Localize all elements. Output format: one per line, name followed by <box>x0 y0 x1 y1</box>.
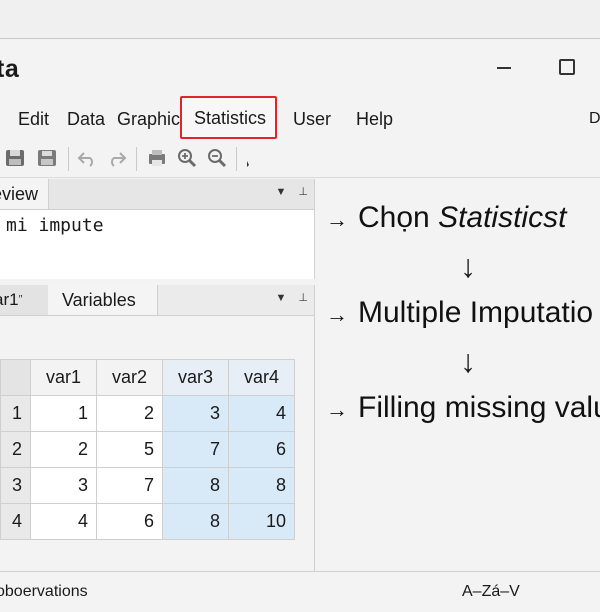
status-sort-order: A–Zá–V <box>462 583 520 600</box>
panel-controls: ▼ ⊥ <box>264 185 308 198</box>
data-grid: var1 var2 var3 var4 1 1 2 3 4 2 2 5 7 6 … <box>0 359 295 540</box>
annotation-step-1-text: Chọn <box>358 201 439 234</box>
review-panel: eview ▼⊥ mi impute <box>0 179 315 279</box>
panel-controls: ▼ ⊥ <box>264 291 308 304</box>
title-bar: ta <box>0 39 600 97</box>
data-cell[interactable]: 8 <box>228 467 295 504</box>
data-cell[interactable]: 1 <box>30 395 97 432</box>
arrow-right-icon: → <box>326 207 348 232</box>
annotation-step-1: → Chọn Statisticst <box>326 201 566 235</box>
table-row: 4 4 6 8 10 <box>0 503 295 540</box>
arrow-down-icon: ↓ <box>460 248 476 284</box>
arrow-down-icon: ↓ <box>460 343 476 379</box>
menu-help[interactable]: Help <box>356 109 393 130</box>
data-cell[interactable]: 2 <box>96 395 163 432</box>
data-cell[interactable]: 5 <box>96 431 163 468</box>
data-cell[interactable]: 7 <box>162 431 229 468</box>
stata-window: ta Edit Data Graphics Statistics User He… <box>0 38 600 612</box>
table-row: 3 3 7 8 8 <box>0 467 295 504</box>
data-cell[interactable]: 8 <box>162 503 229 540</box>
variables-panel: ar1′′ Variables ▼⊥ var1 var2 var3 var4 <box>0 285 315 573</box>
minimize-button[interactable] <box>486 53 522 81</box>
menu-bar: Edit Data Graphics Statistics User Help … <box>0 96 600 141</box>
tab-var1-label: ar1 <box>0 290 19 309</box>
menu-user[interactable]: User <box>293 109 331 130</box>
annotation-step-3-text: Filling missing valu <box>358 391 600 424</box>
chevron-down-icon[interactable]: ▼ <box>276 292 287 304</box>
tab-var1[interactable]: ar1′′ <box>0 285 49 315</box>
column-header[interactable]: var3 <box>162 359 229 396</box>
toolbar-separator <box>68 147 69 171</box>
menu-data[interactable]: Data <box>67 109 105 130</box>
tab-variables[interactable]: Variables <box>48 285 158 315</box>
column-header[interactable]: var2 <box>96 359 163 396</box>
print-icon[interactable] <box>36 147 58 169</box>
row-number[interactable]: 3 <box>0 467 31 504</box>
maximize-button[interactable] <box>548 53 584 81</box>
data-cell[interactable]: 6 <box>96 503 163 540</box>
zoom-in-icon[interactable] <box>176 147 198 169</box>
save-icon[interactable] <box>4 147 26 169</box>
data-cell[interactable]: 3 <box>162 395 229 432</box>
menu-statistics[interactable]: Statistics <box>180 96 278 139</box>
print-preview-icon[interactable] <box>146 147 168 169</box>
status-observations: oboervations <box>0 583 88 600</box>
toolbar-separator <box>136 147 137 171</box>
menu-right-label: D <box>589 110 600 127</box>
menu-graphics[interactable]: Graphics <box>117 109 189 130</box>
annotation-step-2: → Multiple Imputatio <box>326 296 593 330</box>
data-cell[interactable]: 4 <box>30 503 97 540</box>
status-bar: oboervations A–Zá–V <box>0 571 600 612</box>
data-cell[interactable]: 2 <box>30 431 97 468</box>
row-number[interactable]: 4 <box>0 503 31 540</box>
annotation-step-2-text: Multiple Imputatio <box>358 296 594 329</box>
review-command[interactable]: mi impute <box>6 215 104 236</box>
table-row: 2 2 5 7 6 <box>0 431 295 468</box>
chevron-down-icon[interactable]: ▼ <box>276 186 287 198</box>
redo-icon[interactable] <box>106 147 128 169</box>
data-cell[interactable]: 6 <box>228 431 295 468</box>
arrow-right-icon: → <box>326 302 348 327</box>
annotation-step-1-emphasis: Statisticst <box>438 201 567 234</box>
pin-icon[interactable]: ⊥ <box>298 292 308 304</box>
toolbar-separator <box>236 147 237 171</box>
data-cell[interactable]: 3 <box>30 467 97 504</box>
column-header[interactable]: var4 <box>228 359 295 396</box>
tab-review[interactable]: eview <box>0 179 50 209</box>
data-cell[interactable]: 7 <box>96 467 163 504</box>
table-row: 1 1 2 3 4 <box>0 395 295 432</box>
row-number[interactable]: 2 <box>0 431 31 468</box>
data-cell[interactable]: 10 <box>228 503 295 540</box>
variables-panel-header: ar1′′ Variables ▼⊥ <box>0 285 314 316</box>
column-header[interactable]: var1 <box>30 359 97 396</box>
tab-var1-mark: ′′ <box>18 294 23 305</box>
pin-icon[interactable]: ⊥ <box>298 186 308 198</box>
zoom-out-icon[interactable] <box>206 147 228 169</box>
maximize-icon <box>559 59 575 75</box>
annotation-step-3: → Filling missing valu <box>326 391 600 425</box>
data-cell[interactable]: 8 <box>162 467 229 504</box>
grid-header-row: var1 var2 var3 var4 <box>0 359 295 396</box>
menu-edit[interactable]: Edit <box>18 109 49 130</box>
arrow-right-icon: → <box>326 397 348 422</box>
review-panel-header: eview ▼⊥ <box>0 179 314 210</box>
app-title: ta <box>0 55 20 83</box>
grid-corner <box>0 359 31 396</box>
row-number[interactable]: 1 <box>0 395 31 432</box>
data-cell[interactable]: 4 <box>228 395 295 432</box>
pointer-icon[interactable] <box>242 147 264 169</box>
toolbar <box>0 141 600 178</box>
undo-icon[interactable] <box>76 147 98 169</box>
minimize-icon <box>497 67 511 69</box>
